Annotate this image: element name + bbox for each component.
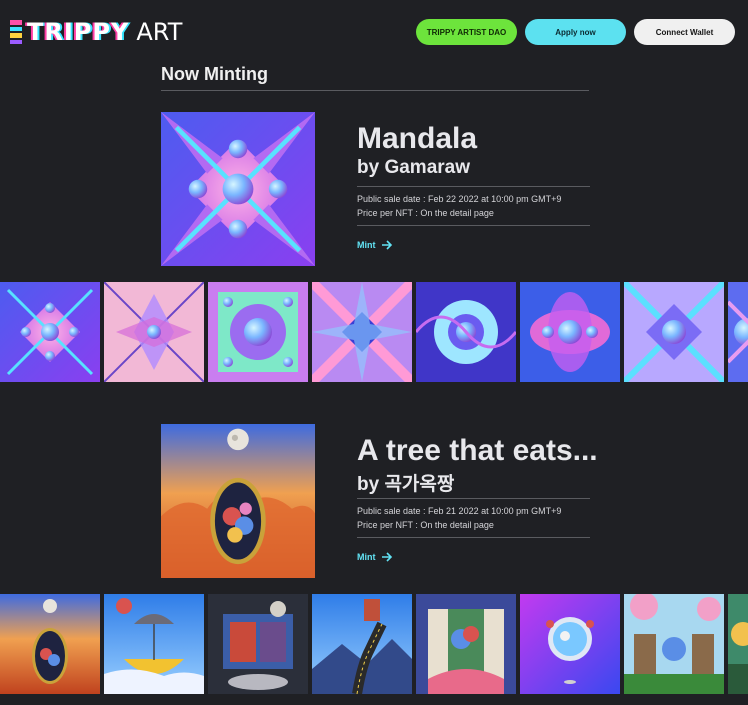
arrow-right-icon [381,552,392,562]
preview-tile[interactable] [624,594,724,694]
collection-preview-strip [0,594,748,694]
preview-tile[interactable] [104,594,204,694]
preview-tile[interactable] [416,594,516,694]
mint-link[interactable]: Mint [357,240,393,250]
preview-tile[interactable] [728,282,748,382]
collection-artist: by 곡가옥짱 [357,474,455,495]
logo-text-art: ART [136,18,183,46]
header: TRIPPY ART TRIPPY ARTIST DAO Apply now C… [0,0,748,62]
preview-tile[interactable] [520,282,620,382]
preview-tile[interactable] [0,282,100,382]
mint-link[interactable]: Mint [357,552,393,562]
mint-label: Mint [357,240,376,250]
collection-title: Mandala [357,122,478,155]
divider [357,225,590,226]
divider [357,498,590,499]
preview-tile[interactable] [208,594,308,694]
price-per-nft: Price per NFT : On the detail page [357,208,494,218]
collection-preview-strip [0,282,748,382]
preview-tile[interactable] [312,282,412,382]
apply-now-button[interactable]: Apply now [525,19,626,45]
collection-cover-image[interactable] [161,112,315,266]
collection-title: A tree that eats... [357,434,598,467]
connect-wallet-button[interactable]: Connect Wallet [634,19,735,45]
divider [357,186,590,187]
mint-label: Mint [357,552,376,562]
arrow-right-icon [381,240,392,250]
collection-artist: by Gamaraw [357,157,470,178]
logo-text: TRIPPY [27,18,130,46]
preview-tile[interactable] [416,282,516,382]
preview-tile[interactable] [728,594,748,694]
preview-tile[interactable] [312,594,412,694]
logo-mark-icon [10,20,22,44]
section-divider [161,90,589,91]
trippy-artist-dao-button[interactable]: TRIPPY ARTIST DAO [416,19,517,45]
preview-tile[interactable] [104,282,204,382]
price-per-nft: Price per NFT : On the detail page [357,520,494,530]
section-title: Now Minting [161,64,268,84]
sale-date: Public sale date : Feb 21 2022 at 10:00 … [357,506,562,516]
sale-date: Public sale date : Feb 22 2022 at 10:00 … [357,194,562,204]
divider [357,537,590,538]
preview-tile[interactable] [624,282,724,382]
preview-tile[interactable] [208,282,308,382]
logo[interactable]: TRIPPY ART [10,16,182,48]
preview-tile[interactable] [520,594,620,694]
preview-tile[interactable] [0,594,100,694]
collection-cover-image[interactable] [161,424,315,578]
